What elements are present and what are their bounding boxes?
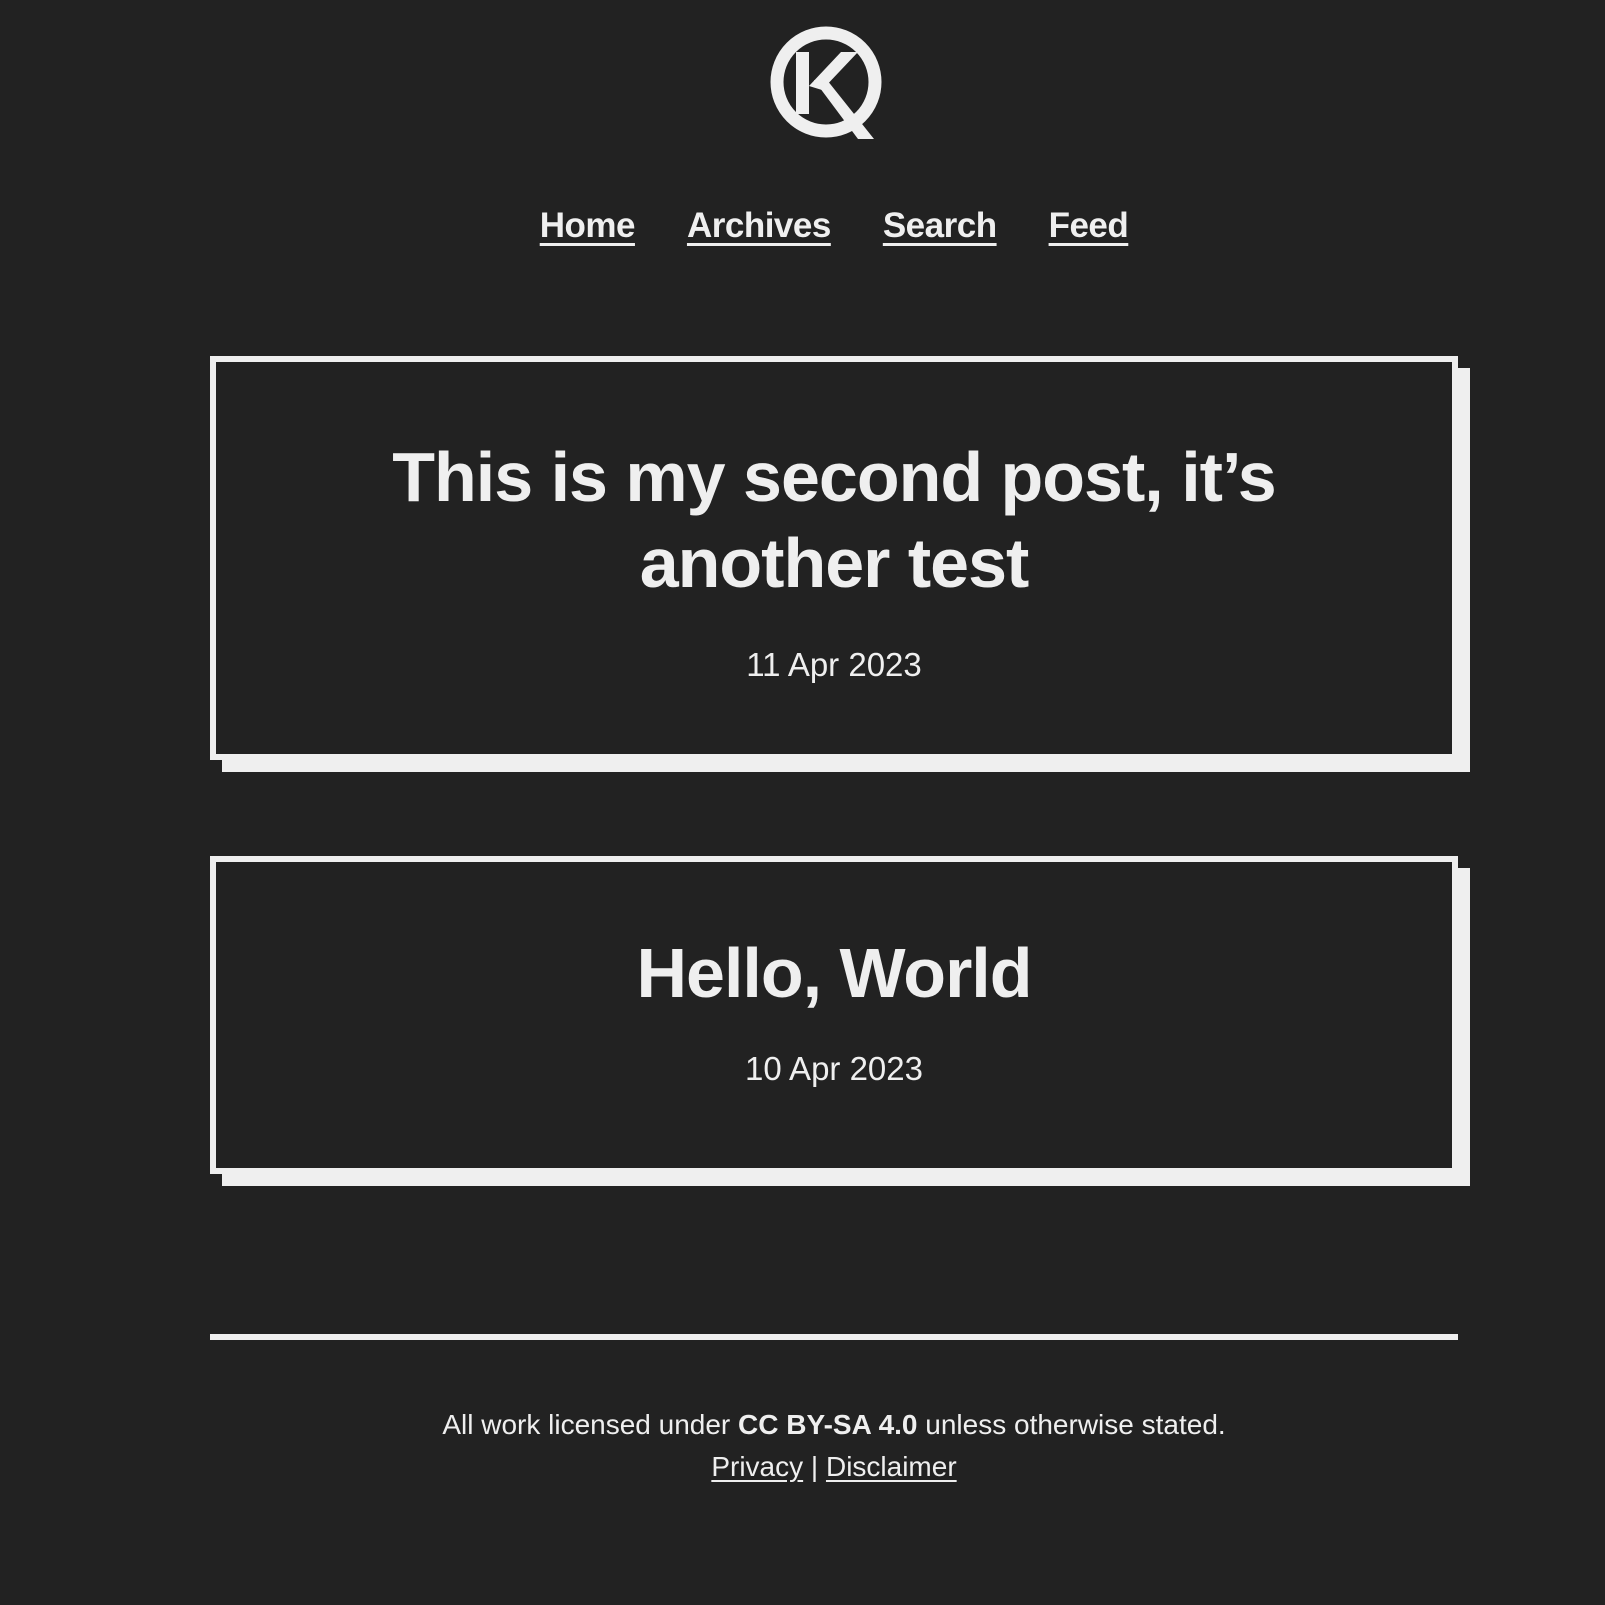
privacy-link[interactable]: Privacy [711,1451,803,1482]
post-card[interactable]: This is my second post, it’s another tes… [210,356,1458,760]
nav-search-link[interactable]: Search [883,206,997,246]
main-nav: Home Archives Search Feed [0,206,1605,246]
disclaimer-link[interactable]: Disclaimer [826,1451,957,1482]
nav-feed-link[interactable]: Feed [1049,206,1129,246]
license-prefix: All work licensed under [442,1409,739,1440]
post-date: 11 Apr 2023 [746,646,922,683]
page: Home Archives Search Feed This is my sec… [0,0,1605,1605]
license-suffix: unless otherwise stated. [917,1409,1226,1440]
post-card[interactable]: Hello, World 10 Apr 2023 [210,856,1458,1174]
footer-links: Privacy | Disclaimer [0,1446,1605,1488]
post-title[interactable]: Hello, World [216,862,1452,1016]
footer-separator: | [803,1451,826,1482]
nav-archives-link[interactable]: Archives [687,206,831,246]
site-footer: All work licensed under CC BY-SA 4.0 unl… [0,1404,1605,1488]
license-name: CC BY-SA 4.0 [738,1409,918,1440]
logo-icon [770,26,882,139]
post-date: 10 Apr 2023 [745,1050,923,1087]
nav-home-link[interactable]: Home [540,206,636,246]
post-title[interactable]: This is my second post, it’s another tes… [216,362,1452,606]
footer-divider [210,1334,1458,1340]
license-line: All work licensed under CC BY-SA 4.0 unl… [0,1404,1605,1446]
